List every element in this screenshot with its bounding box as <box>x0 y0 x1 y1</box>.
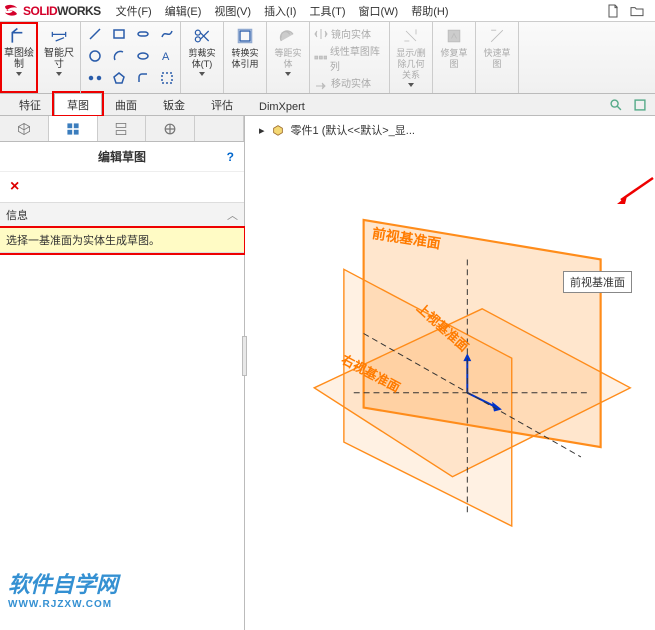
tab-dimxpert[interactable]: DimXpert <box>246 97 318 115</box>
slot-tool[interactable] <box>132 24 154 44</box>
offset-button[interactable]: 等距实体 <box>271 24 305 91</box>
tab-sheetmetal[interactable]: 钣金 <box>150 93 198 115</box>
panel-help-icon[interactable]: ? <box>227 150 234 164</box>
menu-insert[interactable]: 插入(I) <box>259 1 301 21</box>
quick-sketch-button[interactable]: 快速草图 <box>480 24 514 91</box>
info-header[interactable]: 信息 ︿ <box>0 202 244 228</box>
info-label: 信息 <box>6 207 28 223</box>
menu-tools[interactable]: 工具(T) <box>304 1 350 21</box>
breadcrumb: ▸ 零件1 (默认<<默认>_显... <box>259 122 415 138</box>
arc-tool[interactable] <box>108 46 130 66</box>
chevron-down-icon <box>16 72 22 76</box>
chevron-down-icon <box>408 83 414 87</box>
panel-tab-feature[interactable] <box>0 116 49 141</box>
panel-title-text: 编辑草图 <box>98 148 146 165</box>
trim-label: 剪裁实体(T) <box>185 48 219 70</box>
smart-dim-button[interactable]: 智能尺寸 <box>42 24 76 91</box>
tab-evaluate[interactable]: 评估 <box>198 93 246 115</box>
ribbon-toolbar: 草图绘制 智能尺寸 A 剪裁实体(T) <box>0 22 655 94</box>
rect-tool[interactable] <box>108 24 130 44</box>
reference-planes: 前视基准面 上视基准面 右视基准面 <box>255 156 650 590</box>
repair-sketch-button[interactable]: 修复草图 <box>437 24 471 91</box>
panel-grip[interactable] <box>242 336 247 376</box>
tab-features[interactable]: 特征 <box>6 93 54 115</box>
offset-label: 等距实体 <box>271 48 305 70</box>
display-relations-button[interactable]: 显示/删除几何关系 <box>394 24 428 91</box>
trim-button[interactable]: 剪裁实体(T) <box>185 24 219 91</box>
sketch-label: 草图绘制 <box>2 48 36 70</box>
breadcrumb-part[interactable]: 零件1 (默认<<默认>_显... <box>291 122 415 138</box>
chevron-down-icon <box>56 72 62 76</box>
move-button[interactable]: 移动实体 <box>314 75 371 90</box>
collapse-icon: ︿ <box>227 207 238 223</box>
text-tool[interactable]: A <box>156 46 178 66</box>
spline-tool[interactable] <box>156 24 178 44</box>
search-icon[interactable] <box>609 98 623 112</box>
tab-sketch[interactable]: 草图 <box>54 93 102 115</box>
watermark: 软件自学网 WWW.RJZXW.COM <box>0 253 244 630</box>
chevron-down-icon <box>199 72 205 76</box>
panel-tab-property[interactable] <box>49 116 98 141</box>
app-logo: SOLIDWORKS <box>2 2 101 20</box>
sketch-tools-grid: A <box>84 24 178 88</box>
new-doc-icon[interactable] <box>605 3 621 19</box>
sketch-create-group: 草图绘制 <box>0 22 38 93</box>
smart-dim-label: 智能尺寸 <box>42 48 76 70</box>
convert-label: 转换实体引用 <box>228 48 262 70</box>
panel-tab-extra[interactable] <box>195 116 244 141</box>
solidworks-icon <box>2 2 20 20</box>
svg-text:A: A <box>162 51 170 63</box>
open-icon[interactable] <box>629 3 645 19</box>
panel-title-bar: 编辑草图 ? <box>0 142 244 172</box>
panel-tab-config[interactable] <box>98 116 147 141</box>
polygon-tool[interactable] <box>108 68 130 88</box>
select-box-tool[interactable] <box>156 68 178 88</box>
brand-text: SOLIDWORKS <box>23 4 101 18</box>
menu-help[interactable]: 帮助(H) <box>406 1 453 21</box>
line-tool[interactable] <box>84 24 106 44</box>
plane-tooltip: 前视基准面 <box>563 271 632 293</box>
menu-list: 文件(F) 编辑(E) 视图(V) 插入(I) 工具(T) 窗口(W) 帮助(H… <box>111 1 454 21</box>
info-message: 选择一基准面为实体生成草图。 <box>0 228 244 253</box>
fillet-tool[interactable] <box>132 68 154 88</box>
convert-button[interactable]: 转换实体引用 <box>228 24 262 91</box>
command-tabs: 特征 草图 曲面 钣金 评估 DimXpert <box>0 94 655 116</box>
property-panel: 编辑草图 ? × 信息 ︿ 选择一基准面为实体生成草图。 软件自学网 WWW.R… <box>0 116 245 630</box>
breadcrumb-arrow-icon[interactable]: ▸ <box>259 124 265 137</box>
expand-icon[interactable] <box>633 98 647 112</box>
point-tool[interactable] <box>84 68 106 88</box>
panel-close-button[interactable]: × <box>0 172 244 202</box>
circle-tool[interactable] <box>84 46 106 66</box>
part-icon <box>271 123 285 137</box>
menu-view[interactable]: 视图(V) <box>209 1 256 21</box>
sketch-button[interactable]: 草图绘制 <box>2 24 36 91</box>
ellipse-tool[interactable] <box>132 46 154 66</box>
mirror-button[interactable]: 镜向实体 <box>314 26 371 41</box>
menu-window[interactable]: 窗口(W) <box>354 1 404 21</box>
graphics-viewport[interactable]: ▸ 零件1 (默认<<默认>_显... <box>245 116 655 630</box>
chevron-down-icon <box>285 72 291 76</box>
pattern-button[interactable]: 线性草图阵列 <box>314 43 385 73</box>
menu-edit[interactable]: 编辑(E) <box>160 1 207 21</box>
menu-file[interactable]: 文件(F) <box>111 1 157 21</box>
tab-surface[interactable]: 曲面 <box>102 93 150 115</box>
panel-tab-dim[interactable] <box>146 116 195 141</box>
